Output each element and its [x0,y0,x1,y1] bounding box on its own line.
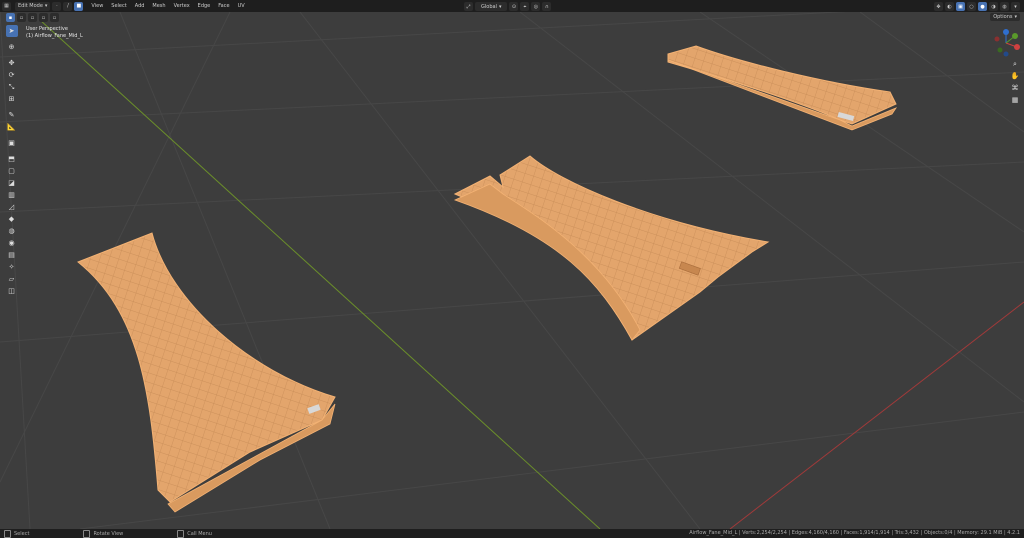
measure-icon[interactable]: 📐 [6,121,18,133]
select-mode-row: ▪ ▫ ▫ ▫ ▫ [4,13,59,22]
select-extend-icon[interactable]: ▫ [17,13,26,22]
rip-icon[interactable]: ◫ [6,285,18,297]
rendered-shading-icon[interactable]: ◍ [1000,2,1009,11]
object-label: (1) Airflow_Fane_Mid_L [26,33,83,39]
proportional-edit-icon[interactable]: ◎ [531,2,541,11]
inset-icon[interactable]: ▢ [6,165,18,177]
select-box-icon[interactable]: ➤ [5,25,18,37]
chevron-down-icon: ▾ [44,3,48,9]
mode-label: Edit Mode [18,3,43,9]
status-bar: Select Rotate View Call Menu Airflow_Fan… [0,529,1024,538]
viewport-header: ▦ Edit Mode ▾ · / ■ View Select Add Mesh… [0,0,1024,12]
status-hint-select: Select [4,529,30,538]
menu-view[interactable]: View [91,3,103,9]
chevron-down-icon: ▾ [1014,14,1017,20]
falloff-icon[interactable]: ∩ [542,2,552,11]
viewport-info: User Perspective (1) Airflow_Fane_Mid_L [26,26,83,40]
menu-mesh[interactable]: Mesh [152,3,165,9]
scale-icon[interactable]: ⤡ [6,81,18,93]
bevel-icon[interactable]: ◪ [6,177,18,189]
y-axis-icon [1012,33,1018,39]
menu-add[interactable]: Add [135,3,145,9]
annotate-icon[interactable]: ✎ [6,109,18,121]
x-axis-icon [1014,44,1020,50]
menu-face[interactable]: Face [218,3,229,9]
transform-orientation-select[interactable]: Global ▾ [475,2,508,11]
cursor-icon[interactable]: ⊕ [6,41,18,53]
transform-tools: ⤢ Global ▾ ⊙ ⌖ ◎ ∩ [462,2,552,11]
hint-rotate-label: Rotate View [93,530,124,537]
menu-select[interactable]: Select [111,3,126,9]
options-label: Options [993,14,1013,20]
mouse-left-icon [4,529,11,538]
status-hint-menu: Call Menu [177,529,212,538]
face-select-button[interactable]: ■ [74,1,84,11]
menu-uv[interactable]: UV [238,3,245,9]
edge-slide-icon[interactable]: ▤ [6,249,18,261]
select-new-icon[interactable]: ▪ [6,13,15,22]
vertex-select-button[interactable]: · [52,1,62,11]
gizmo-toggle-icon[interactable]: ✥ [934,2,943,11]
loop-cut-icon[interactable]: ▥ [6,189,18,201]
hint-menu-label: Call Menu [187,530,212,537]
overlay-toggle-icon[interactable]: ◐ [945,2,954,11]
wireframe-shading-icon[interactable]: ○ [967,2,976,11]
x-axis-line [729,301,1024,529]
snap-icon[interactable]: ⌖ [520,2,530,11]
navigation-gizmo[interactable] [988,28,1024,58]
perspective-toggle-icon[interactable]: ▦ [1009,94,1021,106]
neg-x-axis-icon [994,36,1000,42]
xray-toggle-icon[interactable]: ▣ [956,2,965,11]
transform-icon[interactable]: ⊞ [6,93,18,105]
shrink-fatten-icon[interactable]: ✧ [6,261,18,273]
options-area: Options ▾ [984,13,1020,21]
shear-icon[interactable]: ▱ [6,273,18,285]
mouse-middle-icon [83,529,91,538]
zoom-icon[interactable]: ⌕ [1009,58,1021,70]
hint-select-label: Select [14,530,30,537]
shading-options-icon[interactable]: ▾ [1011,2,1020,11]
navigation-buttons: ⌕ ✋ ⌘ ▦ [1009,58,1021,106]
knife-icon[interactable]: ◿ [6,201,18,213]
pan-hand-icon[interactable]: ✋ [1009,70,1021,82]
scene-statistics: Airflow_Fane_Mid_L | Verts:2,254/2,254 |… [689,530,1020,536]
blender-app: ▦ Edit Mode ▾ · / ■ View Select Add Mesh… [0,0,1024,538]
material-shading-icon[interactable]: ◑ [989,2,998,11]
smooth-icon[interactable]: ◉ [6,237,18,249]
menu-edge[interactable]: Edge [198,3,211,9]
mesh-center [453,155,770,341]
chevron-down-icon: ▾ [498,3,502,10]
editor-type-button[interactable]: ▦ [2,1,11,11]
mode-select[interactable]: Edit Mode ▾ [15,1,51,11]
status-hint-rotate: Rotate View [83,529,124,538]
select-subtract-icon[interactable]: ▫ [28,13,37,22]
mesh-left [77,232,336,513]
pivot-icon[interactable]: ⊙ [509,2,519,11]
3d-viewport[interactable] [0,12,1024,529]
solid-shading-icon[interactable]: ● [978,2,987,11]
neg-y-axis-icon [997,47,1003,53]
tool-shelf: ➤ ⊕ ✥ ⟳ ⤡ ⊞ ✎ 📐 ▣ ⬒ ▢ ◪ ▥ ◿ ◆ ◍ ◉ ▤ ✧ ▱ … [5,25,18,297]
select-intersect-icon[interactable]: ▫ [50,13,59,22]
select-invert-icon[interactable]: ▫ [39,13,48,22]
z-axis-icon [1003,29,1009,35]
edge-select-button[interactable]: / [63,1,73,11]
viewport-canvas [0,12,1024,529]
rotate-icon[interactable]: ⟳ [6,69,18,81]
neg-z-axis-icon [1003,51,1009,57]
extrude-icon[interactable]: ⬒ [6,153,18,165]
options-button[interactable]: Options ▾ [990,13,1020,21]
spin-icon[interactable]: ◍ [6,225,18,237]
move-icon[interactable]: ✥ [6,57,18,69]
overlay-tools: ✥ ◐ ▣ ○ ● ◑ ◍ ▾ [932,2,1020,11]
orientation-label: Global [481,3,497,10]
orientation-icon[interactable]: ⤢ [464,2,473,11]
mouse-right-icon [177,529,185,538]
camera-view-icon[interactable]: ⌘ [1009,82,1021,94]
add-cube-icon[interactable]: ▣ [6,137,18,149]
poly-build-icon[interactable]: ◆ [6,213,18,225]
menu-vertex[interactable]: Vertex [174,3,190,9]
view-name: User Perspective [26,26,68,32]
